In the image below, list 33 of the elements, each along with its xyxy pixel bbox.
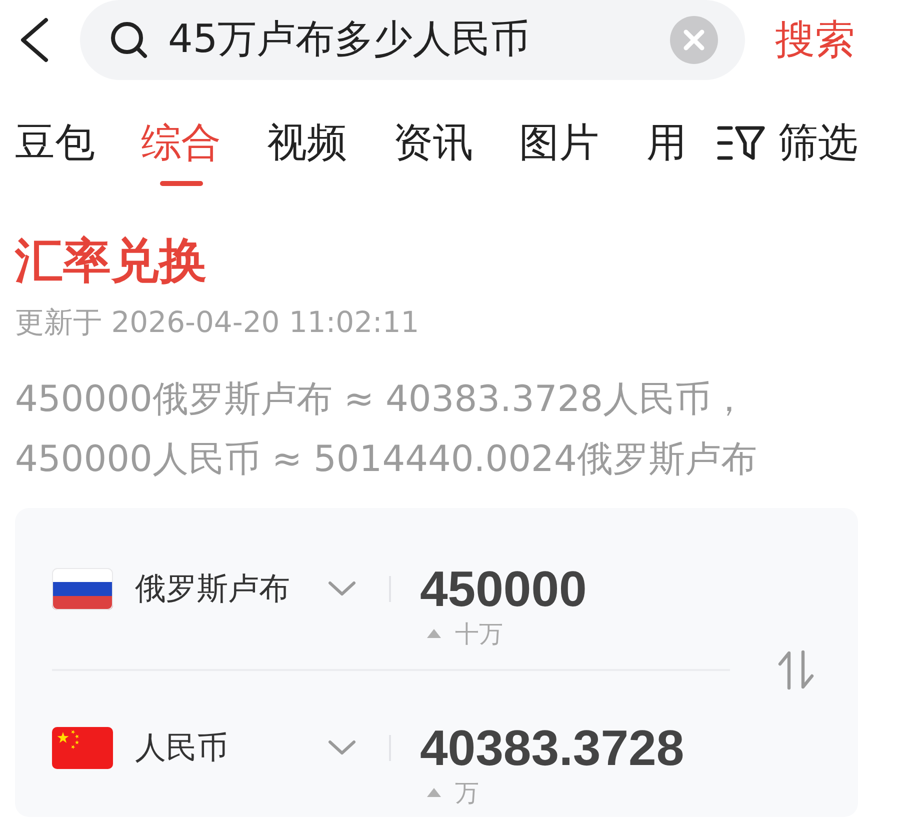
search-button[interactable]: 搜索 <box>775 16 855 64</box>
search-input[interactable]: 45万卢布多少人民币 <box>168 14 650 66</box>
magnitude-label: 十万 <box>455 618 503 648</box>
currency-select[interactable]: 俄罗斯卢布 <box>135 566 356 612</box>
caret-up-icon <box>427 629 441 638</box>
clear-button[interactable] <box>670 16 718 64</box>
chevron-down-icon <box>328 740 356 756</box>
filter-icon <box>716 123 766 163</box>
tab[interactable]: 资讯 <box>393 119 473 167</box>
tab[interactable]: 综合 <box>141 119 221 167</box>
caret-up-icon <box>427 788 441 797</box>
currency-select[interactable]: 人民币 <box>135 724 356 772</box>
rate-text: 450000人民币 ≈ 5014440.0024俄罗斯卢布 <box>15 438 758 482</box>
tab-underline <box>160 181 202 186</box>
search-field[interactable]: 45万卢布多少人民币 <box>80 0 745 80</box>
tab[interactable]: 视频 <box>267 119 347 167</box>
clear-icon <box>670 16 718 64</box>
amount-field[interactable]: 40383.3728 <box>420 720 684 776</box>
tab[interactable]: 豆包 <box>15 119 95 167</box>
search-icon <box>110 21 148 59</box>
tab[interactable]: 图片 <box>519 119 599 167</box>
rate-text: 450000俄罗斯卢布 ≈ 40383.3728人民币， <box>15 378 748 422</box>
chevron-down-icon <box>328 581 356 597</box>
tab[interactable]: 用 <box>646 119 686 167</box>
flag-icon <box>52 727 113 769</box>
section-title: 汇率兑换 <box>15 233 208 289</box>
back-icon <box>18 17 50 63</box>
swap-button[interactable] <box>777 650 815 690</box>
magnitude-label: 万 <box>455 778 479 808</box>
update-time: 更新于 2026-04-20 11:02:11 <box>15 304 420 340</box>
amount-field[interactable]: 450000 <box>420 561 587 617</box>
swap-icon <box>777 650 815 690</box>
flag-icon <box>52 568 113 610</box>
